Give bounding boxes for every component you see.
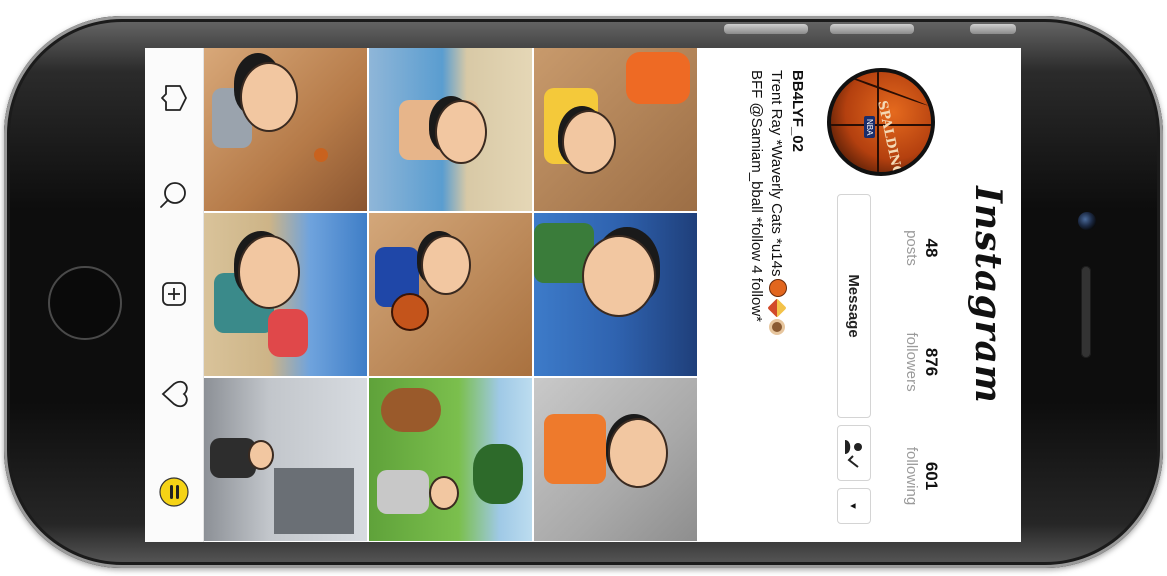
grid-tile-3[interactable] [534,48,697,211]
screen: Instagram SPALDING NBA 48 posts 876 foll… [145,48,1021,542]
front-camera [1078,212,1096,230]
grid-tile-4[interactable] [204,213,367,376]
posts-count: 48 [922,238,941,258]
profile-stats: 48 posts 876 followers 601 following [881,198,941,528]
dropdown-arrow-icon[interactable]: ▾ [837,488,871,524]
volume-down-button [970,24,1016,34]
stat-following[interactable]: 601 following [901,426,941,526]
message-button[interactable]: Message [837,194,871,418]
bio-line-1: Trent Ray *Waverly Cats *u14s [766,70,787,530]
following-label: following [903,446,920,506]
monkey-emoji [769,319,785,336]
photo-grid [204,48,697,542]
following-button[interactable] [837,425,871,481]
earpiece-speaker [1081,266,1091,358]
profile-bitmoji-icon[interactable] [154,472,194,512]
grid-tile-5[interactable] [369,213,532,376]
activity-heart-icon[interactable] [154,374,194,414]
grid-tile-7[interactable] [204,378,367,541]
grid-tile-2[interactable] [369,48,532,211]
pizza-emoji [767,298,787,319]
volume-up-button [830,24,914,34]
posts-label: posts [903,230,920,266]
profile-username: BB4LYF_02 [789,70,806,152]
mute-switch [724,24,808,34]
profile-header: Instagram SPALDING NBA 48 posts 876 foll… [697,48,1021,542]
grid-tile-6[interactable] [534,213,697,376]
grid-tile-9[interactable] [534,378,697,541]
search-icon[interactable] [154,174,194,214]
grid-tile-8[interactable] [369,378,532,541]
followers-count: 876 [922,347,941,377]
basketball-emoji [769,279,787,298]
new-post-icon[interactable] [154,274,194,314]
following-count: 601 [922,461,941,491]
home-button[interactable] [48,266,122,340]
inbox-icon[interactable] [154,78,194,118]
followers-label: followers [903,332,920,392]
tab-bar [145,48,204,542]
bio-line-2: BFF @Samiam_bball *follow 4 follow* [748,70,765,322]
instagram-logo: Instagram [967,186,1009,404]
following-check-icon [845,440,862,468]
stat-followers[interactable]: 876 followers [901,312,941,412]
grid-tile-1[interactable] [204,48,367,211]
profile-bio: BB4LYF_02 Trent Ray *Waverly Cats *u14s … [746,70,807,530]
bio-line-1-text: Trent Ray *Waverly Cats *u14s [768,70,785,277]
profile-avatar[interactable]: SPALDING NBA [827,68,935,176]
stat-posts[interactable]: 48 posts [901,198,941,298]
avatar-nba-badge: NBA [864,116,875,139]
